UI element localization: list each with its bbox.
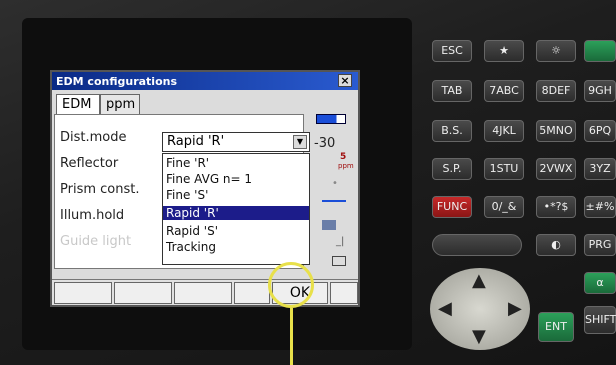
chevron-down-icon[interactable]: ▼ xyxy=(293,135,307,149)
key-8[interactable]: 8DEF xyxy=(536,80,576,102)
trigger-key[interactable] xyxy=(432,234,522,256)
tab-edm[interactable]: EDM xyxy=(56,94,100,114)
ppm-value: 5 xyxy=(340,152,347,162)
softkey-f3[interactable] xyxy=(174,282,232,304)
hidden-field-label: Guide light xyxy=(60,234,132,249)
light-key[interactable]: ☼ xyxy=(536,40,576,62)
display-screen: EDM configurations × EDM ppm Dist.mode R… xyxy=(50,70,360,307)
star-key[interactable]: ★ xyxy=(484,40,524,62)
dropdown-option[interactable]: Fine 'R' xyxy=(163,156,309,170)
level-icon: _| xyxy=(336,236,345,247)
direction-pad[interactable]: ▲ ▼ ◀ ▶ xyxy=(430,268,530,350)
func-key[interactable]: FUNC xyxy=(432,196,472,218)
key-7[interactable]: 7ABC xyxy=(484,80,524,102)
sp-key[interactable]: S.P. xyxy=(432,158,472,180)
dropdown-option-selected[interactable]: Rapid 'R' xyxy=(163,206,309,220)
highlight-pointer-line xyxy=(290,308,293,365)
softkey-f4[interactable] xyxy=(234,282,270,304)
softkey-f2[interactable] xyxy=(114,282,172,304)
key-3[interactable]: 3YZ xyxy=(584,158,616,180)
arrow-down-icon[interactable]: ▼ xyxy=(472,326,486,347)
battery-icon xyxy=(316,114,346,124)
key-5[interactable]: 5MNO xyxy=(536,120,576,142)
softkey-f6[interactable] xyxy=(330,282,358,304)
illumination-key[interactable]: ◐ xyxy=(536,234,576,256)
prism-const-label: Prism const. xyxy=(60,182,140,197)
alpha-key[interactable]: α xyxy=(584,272,616,294)
illum-hold-label: Illum.hold xyxy=(60,208,125,223)
dist-mode-label: Dist.mode xyxy=(60,130,127,145)
reflector-label: Reflector xyxy=(60,156,119,171)
dropdown-option[interactable]: Tracking xyxy=(163,240,309,254)
arrow-right-icon[interactable]: ▶ xyxy=(508,298,522,319)
prism-target-icon xyxy=(322,192,346,202)
key-1[interactable]: 1STU xyxy=(484,158,524,180)
key-2[interactable]: 2VWX xyxy=(536,158,576,180)
softkey-f1[interactable] xyxy=(54,282,112,304)
highlight-circle xyxy=(268,262,314,308)
key-dot[interactable]: •*?$ xyxy=(536,196,576,218)
key-0[interactable]: 0/_& xyxy=(484,196,524,218)
dist-mode-dropdown: Fine 'R' Fine AVG n= 1 Fine 'S' Rapid 'R… xyxy=(162,153,310,265)
tab-ppm[interactable]: ppm xyxy=(100,94,140,114)
arrow-left-icon[interactable]: ◀ xyxy=(438,298,452,319)
key-6[interactable]: 6PQ xyxy=(584,120,616,142)
window-title: EDM configurations xyxy=(56,75,177,88)
ent-key[interactable]: ENT xyxy=(538,312,574,342)
signal-reading: -30 xyxy=(314,136,336,151)
instrument-body: EDM configurations × EDM ppm Dist.mode R… xyxy=(0,0,616,365)
key-plusminus[interactable]: ±#% xyxy=(584,196,616,218)
tab-key[interactable]: TAB xyxy=(432,80,472,102)
window-titlebar: EDM configurations × xyxy=(52,72,358,90)
dropdown-option[interactable]: Rapid 'S' xyxy=(163,224,309,238)
power-key[interactable] xyxy=(584,40,616,62)
dist-mode-select[interactable]: Rapid 'R' ▼ xyxy=(162,132,310,152)
close-button[interactable]: × xyxy=(338,74,352,87)
edit-icon xyxy=(332,256,346,266)
instrument-icon xyxy=(322,220,336,230)
key-9[interactable]: 9GH xyxy=(584,80,616,102)
status-sidebar: -30 5 ppm • _| xyxy=(310,96,358,266)
key-4[interactable]: 4JKL xyxy=(484,120,524,142)
dot-icon: • xyxy=(332,178,338,189)
shift-key[interactable]: SHIFT xyxy=(584,306,616,334)
ppm-unit: ppm xyxy=(338,162,354,170)
arrow-up-icon[interactable]: ▲ xyxy=(472,270,486,291)
dropdown-option[interactable]: Fine AVG n= 1 xyxy=(163,172,309,186)
esc-key[interactable]: ESC xyxy=(432,40,472,62)
dropdown-option[interactable]: Fine 'S' xyxy=(163,188,309,202)
dist-mode-value: Rapid 'R' xyxy=(167,134,225,149)
prg-key[interactable]: PRG xyxy=(584,234,616,256)
bs-key[interactable]: B.S. xyxy=(432,120,472,142)
